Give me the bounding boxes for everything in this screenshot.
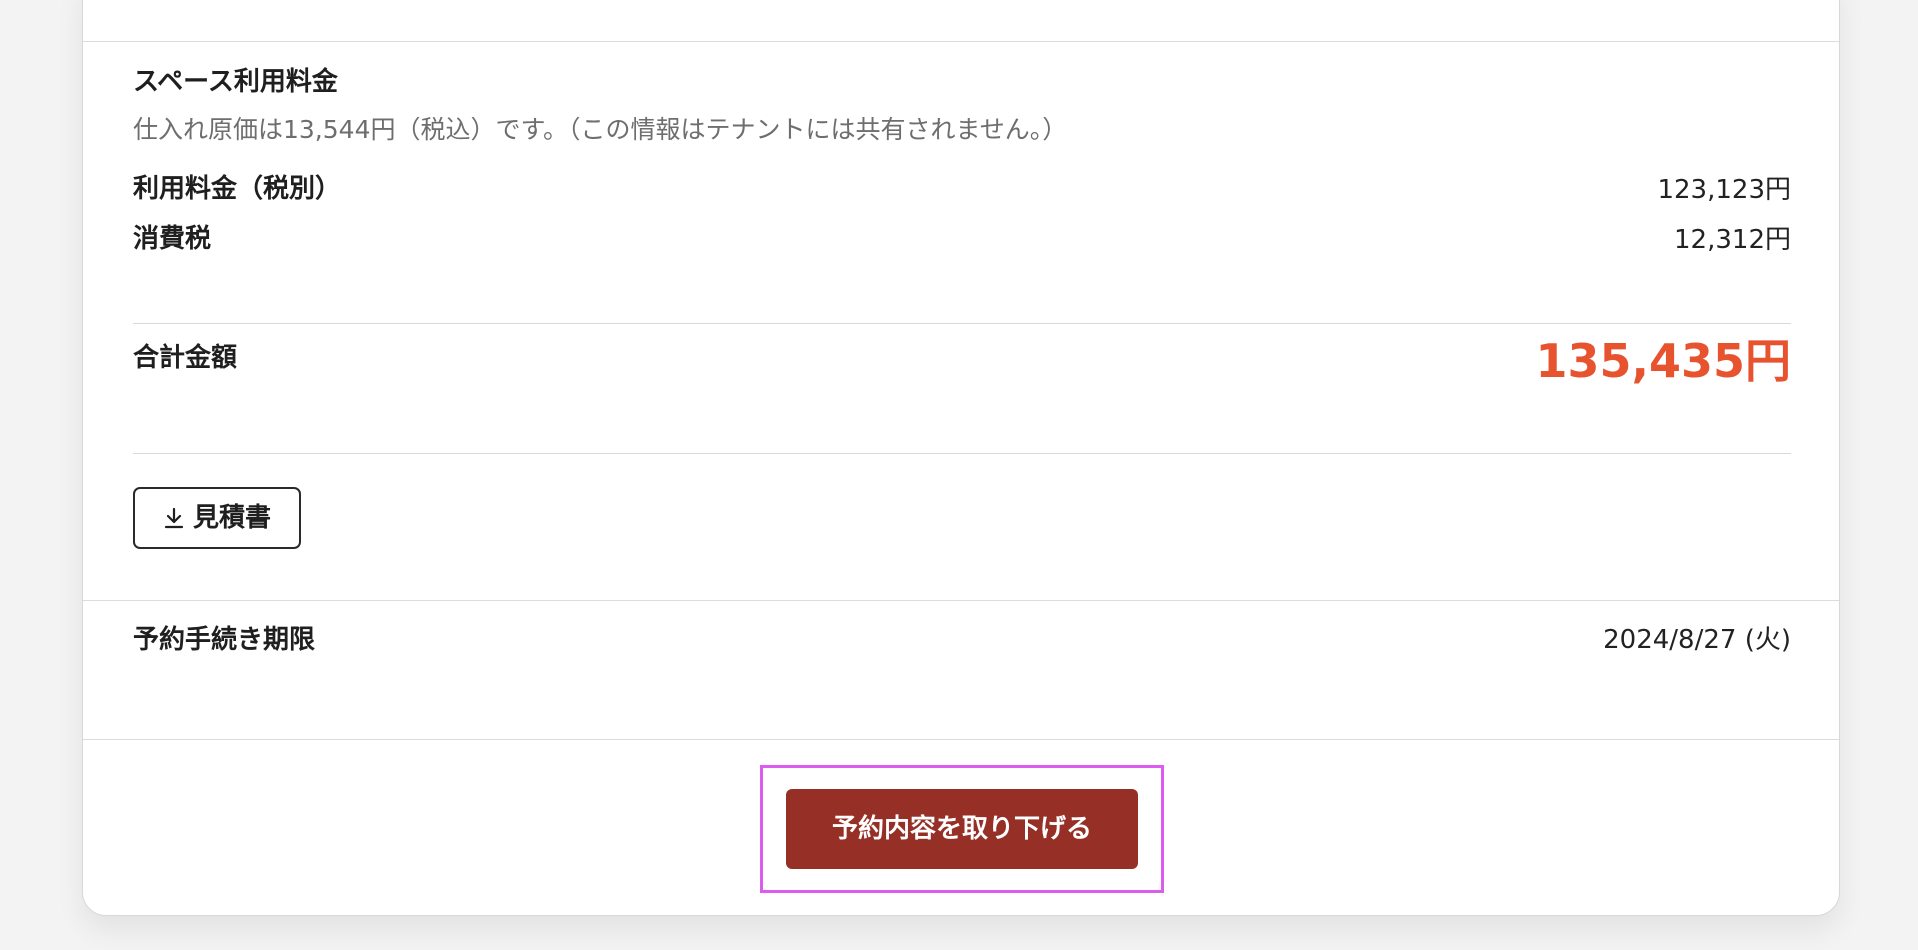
download-icon xyxy=(163,506,185,530)
section-divider xyxy=(83,600,1839,601)
section-divider xyxy=(83,41,1839,42)
withdraw-reservation-button[interactable]: 予約内容を取り下げる xyxy=(786,789,1138,869)
reservation-detail-card: スペース利用料金 仕入れ原価は13,544円（税込）です。（この情報はテナントに… xyxy=(82,0,1840,916)
usage-fee-label: 利用料金（税別） xyxy=(133,174,342,204)
estimate-button-label: 見積書 xyxy=(192,503,271,533)
total-label: 合計金額 xyxy=(133,343,238,373)
deadline-label: 予約手続き期限 xyxy=(133,625,316,655)
total-divider xyxy=(133,323,1791,324)
fee-section-heading: スペース利用料金 xyxy=(133,67,338,97)
total-value: 135,435円 xyxy=(1535,334,1791,388)
cost-note: 仕入れ原価は13,544円（税込）です。（この情報はテナントには共有されません。… xyxy=(133,115,1068,144)
usage-fee-value: 123,123円 xyxy=(1657,175,1791,205)
tax-value: 12,312円 xyxy=(1674,225,1791,255)
deadline-value: 2024/8/27 (火) xyxy=(1603,625,1791,655)
tax-label: 消費税 xyxy=(133,224,212,254)
section-divider xyxy=(83,739,1839,740)
estimate-download-button[interactable]: 見積書 xyxy=(133,487,301,549)
estimate-divider xyxy=(133,453,1791,454)
